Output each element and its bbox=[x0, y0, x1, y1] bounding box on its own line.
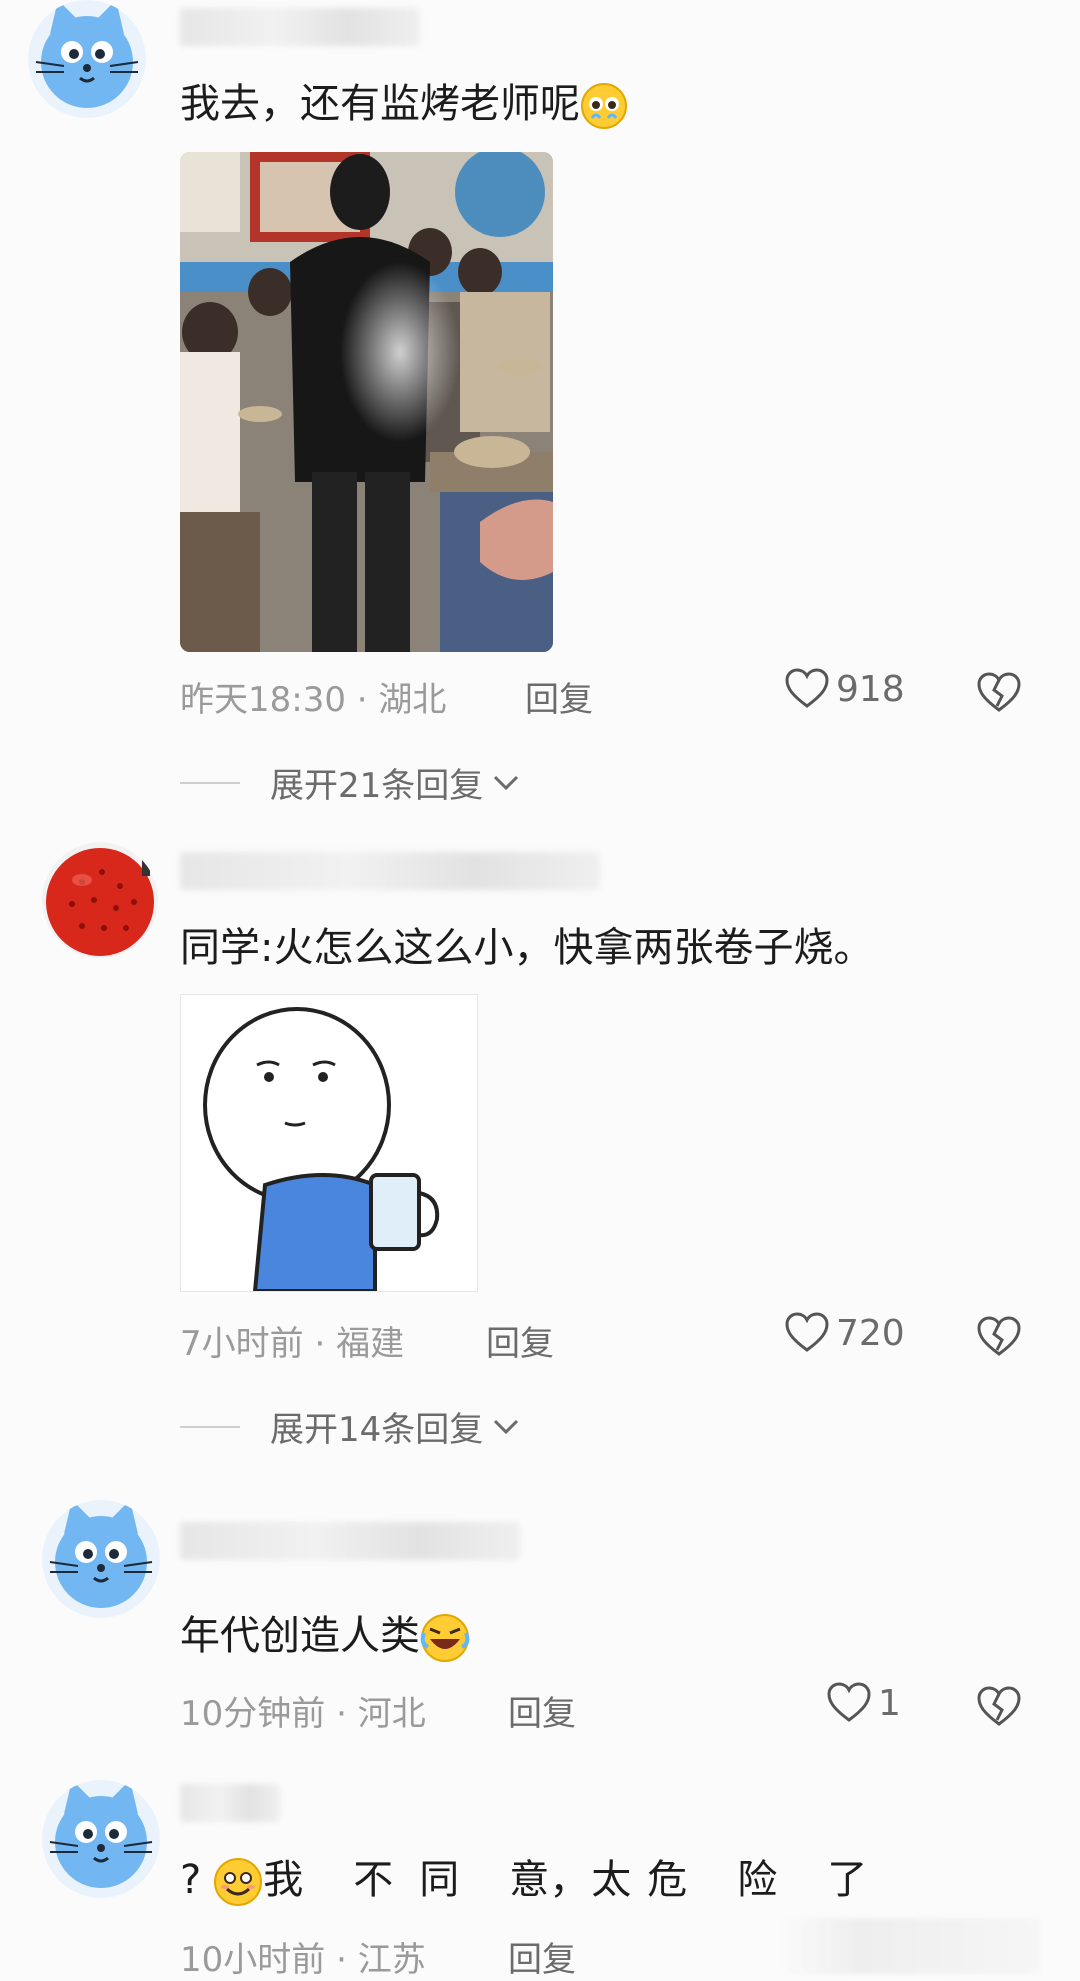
like-button[interactable]: 720 bbox=[784, 1312, 905, 1354]
blue-cat-avatar-icon bbox=[28, 0, 146, 118]
smiling-face-icon bbox=[214, 1858, 263, 1906]
comment-meta: 昨天18:30 · 湖北 bbox=[180, 672, 446, 721]
avatar[interactable] bbox=[42, 842, 158, 958]
avatar[interactable] bbox=[42, 1500, 160, 1618]
comment-meta: 7小时前 · 福建 bbox=[180, 1316, 404, 1365]
dislike-button[interactable] bbox=[976, 1316, 1022, 1362]
meta-separator: · bbox=[336, 1694, 347, 1734]
comment-meta: 10分钟前 · 河北 bbox=[180, 1686, 426, 1735]
meta-separator: · bbox=[314, 1324, 326, 1364]
comment-location: 福建 bbox=[336, 1324, 405, 1364]
comment-time: 10分钟前 bbox=[180, 1694, 326, 1734]
username-redacted[interactable] bbox=[180, 8, 420, 46]
username-redacted[interactable] bbox=[180, 1784, 280, 1822]
comment-location: 江苏 bbox=[357, 1940, 426, 1980]
comment-time: 10小时前 bbox=[180, 1940, 326, 1980]
heart-icon bbox=[827, 1682, 871, 1722]
expand-label: 展开21条回复 bbox=[270, 766, 484, 806]
broken-heart-icon bbox=[977, 1316, 1021, 1356]
dislike-button[interactable] bbox=[976, 1686, 1022, 1732]
divider bbox=[180, 1425, 240, 1428]
broken-heart-icon bbox=[977, 1686, 1021, 1726]
blue-cat-avatar-icon bbox=[42, 1780, 160, 1898]
avatar[interactable] bbox=[42, 1780, 160, 1898]
meme-sticker[interactable] bbox=[180, 994, 478, 1293]
like-button[interactable]: 1 bbox=[826, 1682, 901, 1724]
username-redacted[interactable] bbox=[180, 1522, 520, 1560]
broken-heart-icon bbox=[977, 672, 1021, 712]
like-count: 918 bbox=[836, 668, 905, 710]
comment-text: 同学:火怎么这么小，快拿两张卷子烧。 bbox=[180, 925, 874, 971]
comment-time: 昨天18:30 bbox=[180, 680, 346, 720]
rolling-laughing-face-icon bbox=[420, 1614, 470, 1662]
meme-face-drinking-image bbox=[203, 1007, 440, 1293]
comment-location: 河北 bbox=[357, 1694, 426, 1734]
comment-photo[interactable] bbox=[180, 152, 553, 652]
reply-button[interactable]: 回复 bbox=[508, 1686, 576, 1735]
heart-icon bbox=[785, 1312, 829, 1352]
heart-icon bbox=[785, 668, 829, 708]
avatar[interactable] bbox=[28, 0, 146, 118]
classroom-photo bbox=[180, 152, 553, 652]
watermark-overlay bbox=[780, 1918, 1040, 1974]
chevron-down-icon bbox=[494, 1419, 519, 1434]
dislike-button[interactable] bbox=[976, 672, 1022, 718]
pleading-face-icon bbox=[581, 83, 627, 129]
lychee-avatar-icon bbox=[42, 842, 158, 958]
username-redacted[interactable] bbox=[180, 852, 600, 890]
expand-replies[interactable]: 展开21条回复 bbox=[180, 758, 521, 807]
comment-text: 我去，还有监烤老师呢 bbox=[180, 78, 628, 130]
divider bbox=[180, 781, 240, 784]
comment-location: 湖北 bbox=[378, 680, 447, 720]
reply-button[interactable]: 回复 bbox=[525, 672, 593, 721]
reply-button[interactable]: 回复 bbox=[486, 1316, 554, 1365]
meta-separator: · bbox=[336, 1940, 347, 1980]
expand-label: 展开14条回复 bbox=[270, 1410, 484, 1450]
like-count: 720 bbox=[836, 1312, 905, 1354]
blue-cat-avatar-icon bbox=[42, 1500, 160, 1618]
comment-text: ? 我不同意，太危险了 bbox=[180, 1854, 980, 1907]
meta-separator: · bbox=[356, 680, 368, 720]
chevron-down-icon bbox=[494, 775, 519, 790]
comment-time: 7小时前 bbox=[180, 1324, 304, 1364]
like-count: 1 bbox=[878, 1682, 901, 1724]
expand-replies[interactable]: 展开14条回复 bbox=[180, 1402, 521, 1451]
like-button[interactable]: 918 bbox=[784, 668, 905, 710]
comment-text: 年代创造人类 bbox=[180, 1610, 470, 1663]
